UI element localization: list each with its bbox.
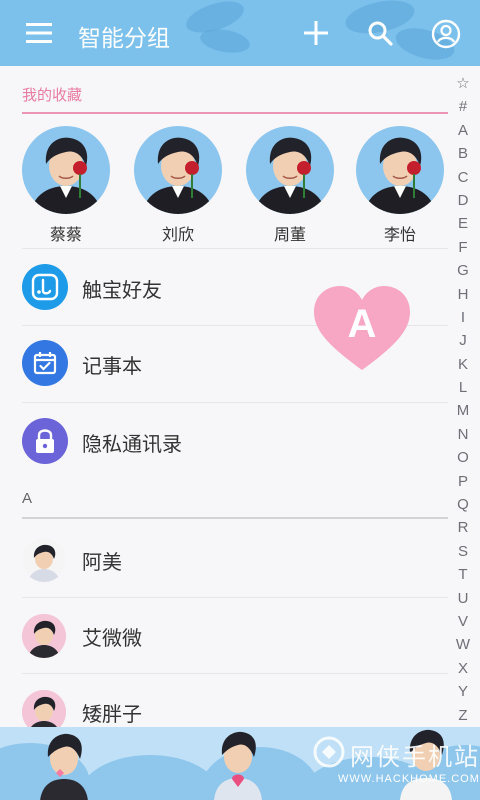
person-photo-icon [30, 137, 102, 214]
section-indicator-heart: A [312, 284, 412, 374]
index-letter[interactable]: Z [452, 704, 474, 727]
menu-button[interactable] [22, 18, 56, 48]
person-photo-icon [22, 538, 66, 582]
index-letter[interactable]: A [452, 119, 474, 142]
contact-name: 矮胖子 [82, 704, 142, 726]
favorite-name: 蔡蔡 [49, 227, 82, 244]
contact-row[interactable]: 阿美 [0, 522, 450, 598]
index-letter[interactable]: R [452, 516, 474, 539]
avatar [22, 126, 110, 214]
favorite-contact[interactable]: 蔡蔡 [21, 126, 111, 245]
user-icon [431, 19, 461, 49]
index-letter[interactable]: W [452, 633, 474, 656]
person-photo-icon [254, 137, 326, 214]
divider [22, 248, 448, 249]
favorites-divider [22, 112, 448, 114]
index-letter[interactable]: Q [452, 493, 474, 516]
lock-icon [22, 418, 68, 464]
favorite-contact[interactable]: 周董 [245, 126, 335, 245]
person-illustration-icon [214, 731, 262, 800]
avatar [356, 126, 444, 214]
person-illustration-icon [40, 733, 88, 800]
index-letter[interactable]: J [452, 329, 474, 352]
section-header: A [22, 490, 33, 507]
watermark-url: WWW.HACKHOME.COM [338, 773, 480, 785]
avatar [134, 126, 222, 214]
index-letter[interactable]: E [452, 212, 474, 235]
index-letter[interactable]: X [452, 657, 474, 680]
bottom-banner: 网侠手机站 WWW.HACKHOME.COM [0, 727, 480, 800]
index-letter[interactable]: O [452, 446, 474, 469]
top-bar: 智能分组 [0, 0, 480, 66]
watermark-logo-icon [313, 736, 345, 768]
contact-name: 艾微微 [82, 628, 142, 650]
watermark-text: 网侠手机站 [350, 744, 480, 771]
index-letter[interactable]: L [452, 376, 474, 399]
index-letter[interactable]: C [452, 166, 474, 189]
index-letter[interactable]: G [452, 259, 474, 282]
index-letter[interactable]: I [452, 306, 474, 329]
avatar [22, 538, 66, 582]
index-letter[interactable]: V [452, 610, 474, 633]
person-photo-icon [364, 137, 436, 214]
index-letter[interactable]: F [452, 236, 474, 259]
avatar [22, 614, 66, 658]
alphabet-index[interactable]: ☆ # A B C D E F G H I J K L M N O P Q R S T U V W X Y Z [452, 72, 474, 727]
person-photo-icon [142, 137, 214, 214]
index-letter[interactable]: K [452, 353, 474, 376]
favorites-heading: 我的收藏 [22, 87, 83, 104]
search-button[interactable] [362, 15, 398, 51]
favorite-name: 周董 [273, 227, 306, 244]
favorite-contact[interactable]: 李怡 [355, 126, 445, 245]
index-letter[interactable]: N [452, 423, 474, 446]
favorite-name: 李怡 [383, 227, 416, 244]
index-letter[interactable]: H [452, 283, 474, 306]
list-item-label: 记事本 [82, 356, 142, 378]
person-photo-icon [22, 614, 66, 658]
search-icon [368, 21, 393, 46]
index-letter[interactable]: Y [452, 680, 474, 703]
index-letter[interactable]: P [452, 470, 474, 493]
favorite-name: 刘欣 [161, 227, 194, 244]
index-letter[interactable]: ☆ [452, 72, 474, 95]
index-letter[interactable]: B [452, 142, 474, 165]
section-indicator-letter: A [347, 302, 377, 346]
avatar [246, 126, 334, 214]
index-letter[interactable]: S [452, 540, 474, 563]
plus-icon [304, 21, 328, 45]
favorite-contact[interactable]: 刘欣 [133, 126, 223, 245]
divider [22, 402, 448, 403]
hamburger-icon [26, 23, 52, 43]
index-letter[interactable]: D [452, 189, 474, 212]
index-letter[interactable]: # [452, 95, 474, 118]
calendar-check-icon [22, 340, 68, 386]
contact-row[interactable]: 艾微微 [0, 598, 450, 674]
touchpal-icon [22, 264, 68, 310]
page-title: 智能分组 [78, 25, 170, 51]
list-item-private-contacts[interactable]: 隐私通讯录 [0, 404, 450, 480]
contact-name: 阿美 [82, 552, 122, 574]
list-item-label: 隐私通讯录 [82, 434, 182, 456]
add-button[interactable] [298, 15, 334, 51]
index-letter[interactable]: T [452, 563, 474, 586]
cloud-decoration [80, 755, 220, 800]
index-letter[interactable]: U [452, 587, 474, 610]
index-letter[interactable]: M [452, 399, 474, 422]
profile-button[interactable] [426, 14, 466, 54]
section-divider [22, 517, 448, 519]
list-item-label: 触宝好友 [82, 280, 162, 302]
lip-decoration [198, 25, 252, 57]
